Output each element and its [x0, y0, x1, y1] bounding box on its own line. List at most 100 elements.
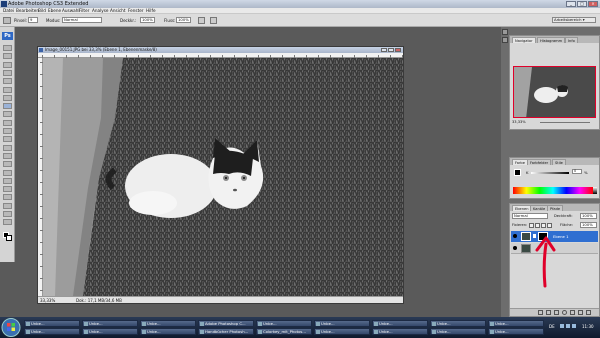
background-color-swatch[interactable]	[6, 235, 12, 241]
taskbar-button[interactable]: Unbe...	[488, 320, 544, 327]
modus-select[interactable]: Normal	[62, 17, 102, 23]
taskbar-button[interactable]: Colorkey_mit_Photos...	[256, 328, 312, 335]
menu-ebene[interactable]: Ebene	[48, 8, 61, 13]
taskbar-button[interactable]: Handbücher Photosh...	[198, 328, 254, 335]
color-foreground-swatch[interactable]	[514, 169, 521, 176]
arbeitsbereich-button[interactable]: Arbeitsbereich ▾	[552, 17, 596, 23]
tray-icon-2[interactable]	[566, 324, 570, 328]
lock-transparency-icon[interactable]	[529, 223, 534, 228]
language-indicator[interactable]: DE	[549, 324, 555, 329]
path-selection-tool-icon[interactable]	[3, 177, 12, 184]
lock-pixels-icon[interactable]	[535, 223, 540, 228]
healing-brush-tool-icon[interactable]	[3, 94, 12, 101]
shape-tool-icon[interactable]	[3, 186, 12, 193]
tab-pfade[interactable]: Pfade	[547, 205, 564, 211]
image-canvas[interactable]	[43, 58, 403, 296]
delete-layer-icon[interactable]	[586, 310, 591, 315]
color-value-input[interactable]: 0	[572, 169, 582, 174]
brush-tool-preset-icon[interactable]	[3, 17, 11, 24]
link-layers-icon[interactable]	[538, 310, 543, 315]
tab-farbe[interactable]: Farbe	[512, 159, 528, 165]
clock[interactable]: 11:30	[582, 324, 594, 329]
menu-datei[interactable]: Datei	[3, 8, 14, 13]
doc-maximize-button[interactable]	[388, 48, 394, 52]
taskbar-button[interactable]: Adobe Photoshop C...	[198, 320, 254, 327]
doc-minimize-button[interactable]	[381, 48, 387, 52]
layers-deckkraft-input[interactable]: 100%	[580, 213, 597, 219]
slice-tool-icon[interactable]	[3, 86, 12, 93]
navigator-zoom-slider[interactable]	[540, 122, 590, 123]
quick-selection-tool-icon[interactable]	[3, 69, 12, 76]
lock-position-icon[interactable]	[541, 223, 546, 228]
move-tool-icon[interactable]	[3, 45, 12, 51]
menu-fenster[interactable]: Fenster	[128, 8, 144, 13]
minimize-button[interactable]: _	[566, 1, 576, 7]
menu-analyse[interactable]: Analyse	[92, 8, 108, 13]
dodge-tool-icon[interactable]	[3, 152, 12, 159]
taskbar-button[interactable]: Unbe...	[24, 320, 80, 327]
dock-icon-1[interactable]	[502, 29, 508, 35]
hand-tool-icon[interactable]	[3, 211, 12, 217]
blur-tool-icon[interactable]	[3, 144, 12, 151]
color-spectrum-bar[interactable]	[513, 187, 593, 194]
pinsel-size-picker[interactable]: 9	[28, 17, 38, 23]
marquee-tool-icon[interactable]	[3, 53, 12, 60]
taskbar-button[interactable]: Unbe...	[430, 328, 486, 335]
tablet-pressure-icon[interactable]	[210, 17, 217, 24]
crop-tool-icon[interactable]	[3, 78, 12, 85]
deckkraft-input[interactable]: 100%	[140, 17, 155, 23]
taskbar-button[interactable]: Unbe...	[314, 320, 370, 327]
tray-icon-1[interactable]	[560, 324, 564, 328]
menu-ansicht[interactable]: Ansicht	[110, 8, 125, 13]
close-button[interactable]: ×	[588, 1, 598, 7]
tray-icon-3[interactable]	[572, 324, 576, 328]
taskbar-button[interactable]: Unbe...	[82, 320, 138, 327]
eraser-tool-icon[interactable]	[3, 128, 12, 134]
doc-close-button[interactable]	[395, 48, 401, 52]
maximize-button[interactable]: □	[577, 1, 587, 7]
blend-mode-select[interactable]: Normal	[512, 213, 548, 219]
flaeche-input[interactable]: 100%	[580, 222, 597, 228]
color-channel-slider[interactable]	[531, 172, 569, 174]
brush-tool-icon[interactable]	[3, 103, 12, 110]
airbrush-icon[interactable]	[198, 17, 205, 24]
taskbar-button[interactable]: Unbe...	[24, 328, 80, 335]
history-brush-tool-icon[interactable]	[3, 119, 12, 126]
menu-bild[interactable]: Bild	[38, 8, 46, 13]
navigator-zoom[interactable]: 33,33%	[512, 120, 526, 124]
taskbar-button[interactable]: Unbe...	[314, 328, 370, 335]
menu-bearbeiten[interactable]: Bearbeiten	[16, 8, 39, 13]
tab-histogramm[interactable]: Histogramm	[537, 37, 566, 43]
lasso-tool-icon[interactable]	[3, 61, 12, 68]
doc-zoom-level[interactable]: 33,33%	[40, 298, 55, 303]
tab-navigator[interactable]: Navigator	[512, 37, 536, 43]
tab-info[interactable]: Info	[565, 37, 578, 43]
menu-hilfe[interactable]: Hilfe	[146, 8, 156, 13]
layer-style-icon[interactable]	[546, 310, 551, 315]
tab-ebenen[interactable]: Ebenen	[512, 205, 532, 211]
fluss-input[interactable]: 100%	[176, 17, 191, 23]
menu-filter[interactable]: Filter	[79, 8, 89, 13]
add-mask-icon[interactable]	[554, 310, 559, 315]
taskbar-button[interactable]: Unbe...	[430, 320, 486, 327]
type-tool-icon[interactable]	[3, 169, 12, 176]
taskbar-button[interactable]: Unbe...	[372, 320, 428, 327]
dock-icon-2[interactable]	[502, 37, 508, 43]
taskbar-button[interactable]: Unbe...	[372, 328, 428, 335]
taskbar-button[interactable]: Unbe...	[82, 328, 138, 335]
tab-kanaele[interactable]: Kanäle	[530, 205, 549, 211]
adjustment-layer-icon[interactable]	[562, 310, 567, 315]
pen-tool-icon[interactable]	[3, 161, 12, 168]
taskbar-button[interactable]: Unbe...	[140, 328, 196, 335]
gradient-tool-icon[interactable]	[3, 136, 12, 143]
taskbar-button[interactable]: Unbe...	[140, 320, 196, 327]
navigator-thumbnail[interactable]	[513, 66, 596, 118]
zoom-tool-icon[interactable]	[3, 219, 12, 226]
color-grayscale-ramp[interactable]	[593, 187, 597, 194]
background-visibility-eye-icon[interactable]	[513, 246, 517, 250]
taskbar-button[interactable]: Unbe...	[256, 320, 312, 327]
lock-all-icon[interactable]	[547, 223, 552, 228]
start-button[interactable]	[1, 317, 21, 338]
clone-stamp-tool-icon[interactable]	[3, 111, 12, 118]
tab-stile[interactable]: Stile	[552, 159, 566, 165]
